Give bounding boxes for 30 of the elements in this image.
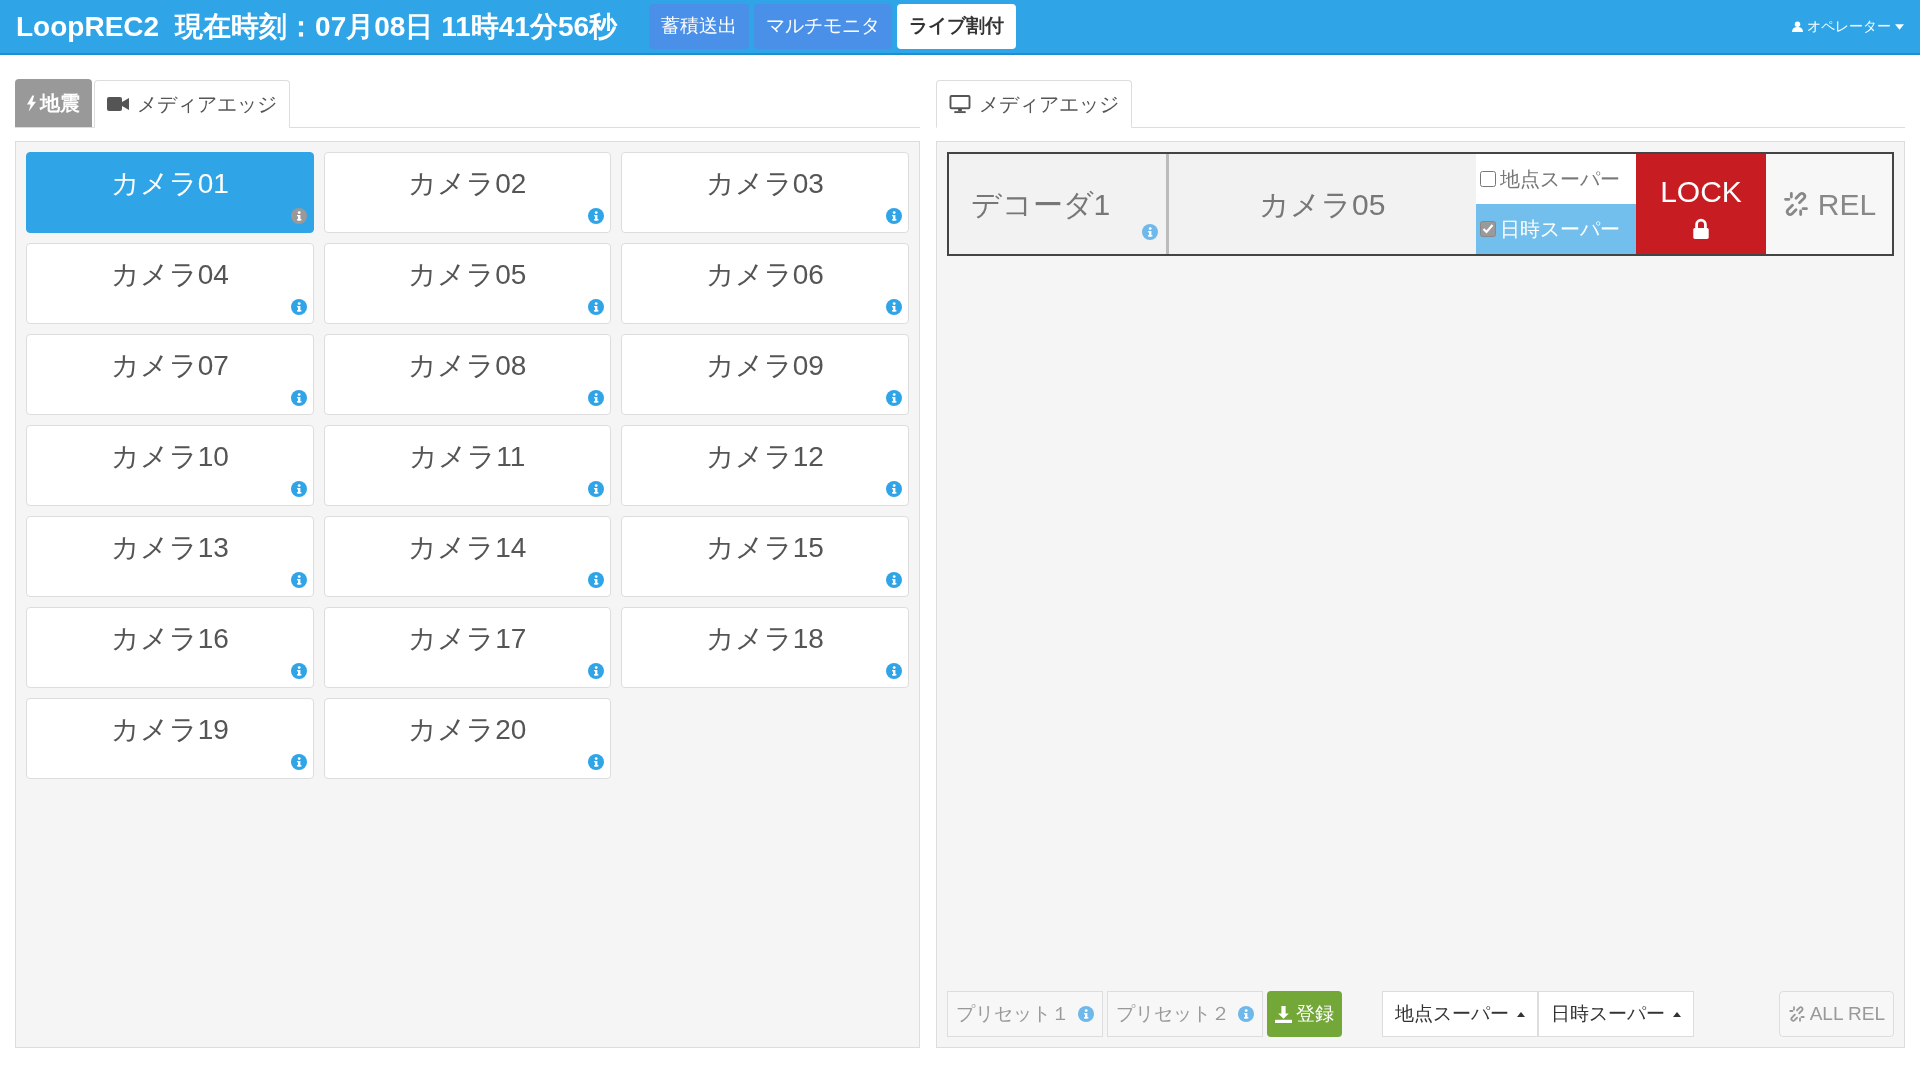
camera-button[interactable]: カメラ14: [323, 516, 611, 597]
camera-button[interactable]: カメラ11: [323, 425, 611, 506]
camera-button[interactable]: カメラ04: [26, 243, 314, 324]
camera-button[interactable]: カメラ09: [621, 334, 909, 415]
lock-button[interactable]: LOCK: [1636, 154, 1766, 254]
camera-button[interactable]: カメラ13: [26, 516, 314, 597]
dropdown-button[interactable]: 日時スーパー: [1537, 991, 1694, 1037]
nav-button[interactable]: ライブ割付: [897, 4, 1017, 49]
tab[interactable]: メディアエッジ: [94, 80, 290, 128]
camera-button[interactable]: カメラ05: [323, 243, 611, 324]
app-brand: LoopREC2: [16, 9, 160, 44]
current-time: 現在時刻：07月08日 11時41分56秒: [175, 9, 618, 44]
camera-button[interactable]: カメラ08: [323, 334, 611, 415]
camera-button[interactable]: カメラ18: [621, 607, 909, 688]
camera-button[interactable]: カメラ19: [26, 698, 314, 779]
camera-button[interactable]: カメラ20: [323, 698, 611, 779]
camera-button[interactable]: カメラ17: [323, 607, 611, 688]
camera-button[interactable]: カメラ12: [621, 425, 909, 506]
camera-button[interactable]: カメラ10: [26, 425, 314, 506]
camera-button[interactable]: カメラ16: [26, 607, 314, 688]
camera-button[interactable]: カメラ07: [26, 334, 314, 415]
assigned-camera: カメラ05: [1258, 186, 1387, 223]
tab[interactable]: メディアエッジ: [935, 80, 1132, 128]
checkbox-option[interactable]: 地点スーパー: [1476, 154, 1636, 204]
decoder-name: デコーダ1: [970, 186, 1111, 223]
camera-button[interactable]: カメラ03: [621, 152, 909, 233]
camera-button[interactable]: カメラ02: [323, 152, 611, 233]
dropdown-button[interactable]: 地点スーパー: [1381, 991, 1538, 1037]
camera-button[interactable]: カメラ15: [621, 516, 909, 597]
camera-button[interactable]: カメラ06: [621, 243, 909, 324]
